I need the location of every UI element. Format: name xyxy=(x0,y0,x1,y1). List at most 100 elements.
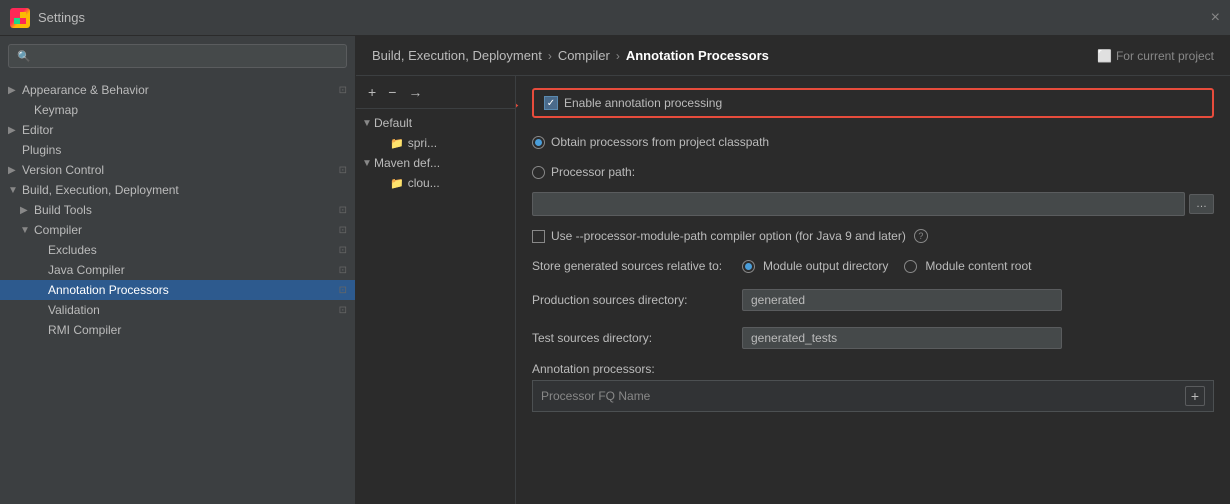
sidebar-item-rmicompiler[interactable]: RMI Compiler xyxy=(0,320,355,340)
breadcrumb-current: Annotation Processors xyxy=(626,48,769,63)
radio-module-output[interactable] xyxy=(742,260,755,273)
sidebar-item-appearance[interactable]: ▶ Appearance & Behavior ⊡ xyxy=(0,80,355,100)
sidebar-item-label: Compiler xyxy=(34,223,339,237)
sidebar-item-versioncontrol[interactable]: ▶ Version Control ⊡ xyxy=(0,160,355,180)
radio-processor-label: Processor path: xyxy=(551,165,635,179)
production-sources-row: Production sources directory: xyxy=(532,286,1214,314)
close-button[interactable]: × xyxy=(1211,10,1220,26)
sidebar-item-compiler[interactable]: ▼ Compiler ⊡ xyxy=(0,220,355,240)
arrow-icon: ▶ xyxy=(8,85,22,96)
sidebar-item-annotationprocessors[interactable]: Annotation Processors ⊡ xyxy=(0,280,355,300)
sidebar-item-excludes[interactable]: Excludes ⊡ xyxy=(0,240,355,260)
enable-annotation-row: ✓ Enable annotation processing xyxy=(532,88,1214,118)
production-sources-input[interactable] xyxy=(742,289,1062,311)
radio-processor-row: Processor path: xyxy=(532,162,1214,182)
table-add-button[interactable]: + xyxy=(1185,386,1205,406)
annotation-table-header: Processor FQ Name + xyxy=(532,380,1214,412)
breadcrumb-build: Build, Execution, Deployment xyxy=(372,48,542,63)
copy-icon: ⊡ xyxy=(339,85,347,96)
annotation-processors-section: Annotation processors: Processor FQ Name… xyxy=(532,362,1214,412)
window-title: Settings xyxy=(38,10,85,25)
ptree-arrow-icon: ▼ xyxy=(362,118,374,129)
arrow-icon: ▶ xyxy=(8,125,22,136)
store-generated-row: Store generated sources relative to: Mod… xyxy=(532,256,1214,276)
ptree-label: spri... xyxy=(408,136,437,150)
move-button[interactable]: → xyxy=(404,82,426,102)
arrow-icon: ▶ xyxy=(8,165,22,176)
sidebar-item-label: Build Tools xyxy=(34,203,339,217)
sidebar-item-plugins[interactable]: Plugins xyxy=(0,140,355,160)
breadcrumb: Build, Execution, Deployment › Compiler … xyxy=(356,36,1230,76)
enable-annotation-label: Enable annotation processing xyxy=(564,96,722,110)
breadcrumb-project-scope[interactable]: ⬜ For current project xyxy=(1097,49,1214,63)
radio-obtain-input[interactable] xyxy=(532,136,545,149)
panel-left: + − → ▼ Default 📁 spri... xyxy=(356,76,516,504)
sidebar-item-javacompiler[interactable]: Java Compiler ⊡ xyxy=(0,260,355,280)
app-logo xyxy=(10,8,30,28)
copy-icon: ⊡ xyxy=(339,165,347,176)
copy-icon: ⊡ xyxy=(339,205,347,216)
title-bar: Settings × xyxy=(0,0,1230,36)
test-sources-input[interactable] xyxy=(742,327,1062,349)
use-processor-module-label: Use --processor-module-path compiler opt… xyxy=(551,229,906,243)
browse-button[interactable]: … xyxy=(1189,194,1214,214)
sidebar-item-label: Validation xyxy=(48,303,339,317)
sidebar-item-label: Build, Execution, Deployment xyxy=(22,183,347,197)
search-box[interactable]: 🔍 xyxy=(8,44,347,68)
processor-path-input[interactable] xyxy=(532,192,1185,216)
arrow-icon: ▶ xyxy=(20,205,34,216)
help-icon[interactable]: ? xyxy=(914,229,928,243)
sidebar-item-buildexec[interactable]: ▼ Build, Execution, Deployment xyxy=(0,180,355,200)
sidebar-item-label: Java Compiler xyxy=(48,263,339,277)
radio-content-root[interactable] xyxy=(904,260,917,273)
radio-obtain-label: Obtain processors from project classpath xyxy=(551,135,769,149)
table-header-label: Processor FQ Name xyxy=(541,389,1177,403)
sidebar-item-validation[interactable]: Validation ⊡ xyxy=(0,300,355,320)
folder-icon: 📁 xyxy=(390,137,404,150)
main-layout: 🔍 ▶ Appearance & Behavior ⊡ Keymap ▶ Edi… xyxy=(0,36,1230,504)
panel-right: ✓ Enable annotation processing → Obtain … xyxy=(516,76,1230,504)
breadcrumb-compiler: Compiler xyxy=(558,48,610,63)
use-processor-module-row: Use --processor-module-path compiler opt… xyxy=(532,226,1214,246)
use-processor-module-checkbox[interactable] xyxy=(532,230,545,243)
production-sources-label: Production sources directory: xyxy=(532,293,732,307)
sidebar-item-buildtools[interactable]: ▶ Build Tools ⊡ xyxy=(0,200,355,220)
panel-toolbar: + − → xyxy=(356,76,515,109)
sidebar-item-label: Keymap xyxy=(34,103,347,117)
store-generated-controls: Module output directory Module content r… xyxy=(742,259,1031,273)
sidebar-item-label: Annotation Processors xyxy=(48,283,339,297)
copy-icon: ⊡ xyxy=(339,245,347,256)
ptree-label: clou... xyxy=(408,176,440,190)
ptree-item-spri[interactable]: 📁 spri... xyxy=(356,133,515,153)
test-sources-row: Test sources directory: xyxy=(532,324,1214,352)
arrow-icon: ▼ xyxy=(8,185,22,196)
sidebar-item-label: Appearance & Behavior xyxy=(22,83,339,97)
sidebar-item-editor[interactable]: ▶ Editor xyxy=(0,120,355,140)
add-button[interactable]: + xyxy=(364,82,380,102)
copy-icon: ⊡ xyxy=(339,225,347,236)
ptree-item-default[interactable]: ▼ Default xyxy=(356,113,515,133)
ptree-item-mavendefault[interactable]: ▼ Maven def... xyxy=(356,153,515,173)
sidebar-item-keymap[interactable]: Keymap xyxy=(0,100,355,120)
sidebar-item-label: Version Control xyxy=(22,163,339,177)
radio-processor-input[interactable] xyxy=(532,166,545,179)
remove-button[interactable]: − xyxy=(384,82,400,102)
enable-annotation-checkbox[interactable]: ✓ xyxy=(544,96,558,110)
copy-icon: ⊡ xyxy=(339,305,347,316)
sidebar-item-label: Editor xyxy=(22,123,347,137)
radio-module-output-label: Module output directory xyxy=(763,259,888,273)
project-scope-icon: ⬜ xyxy=(1097,49,1112,63)
breadcrumb-sep1: › xyxy=(548,49,552,63)
radio-content-root-label: Module content root xyxy=(925,259,1031,273)
breadcrumb-sep2: › xyxy=(616,49,620,63)
annotation-processors-label-row: Annotation processors: xyxy=(532,362,1214,376)
search-input[interactable] xyxy=(35,49,338,63)
panel-tree: ▼ Default 📁 spri... ▼ Maven def... xyxy=(356,109,515,504)
ptree-label: Default xyxy=(374,116,412,130)
sidebar-item-label: Plugins xyxy=(22,143,347,157)
copy-icon: ⊡ xyxy=(339,285,347,296)
highlight-arrow: → xyxy=(516,93,522,114)
ptree-label: Maven def... xyxy=(374,156,440,170)
ptree-item-clou[interactable]: 📁 clou... xyxy=(356,173,515,193)
copy-icon: ⊡ xyxy=(339,265,347,276)
